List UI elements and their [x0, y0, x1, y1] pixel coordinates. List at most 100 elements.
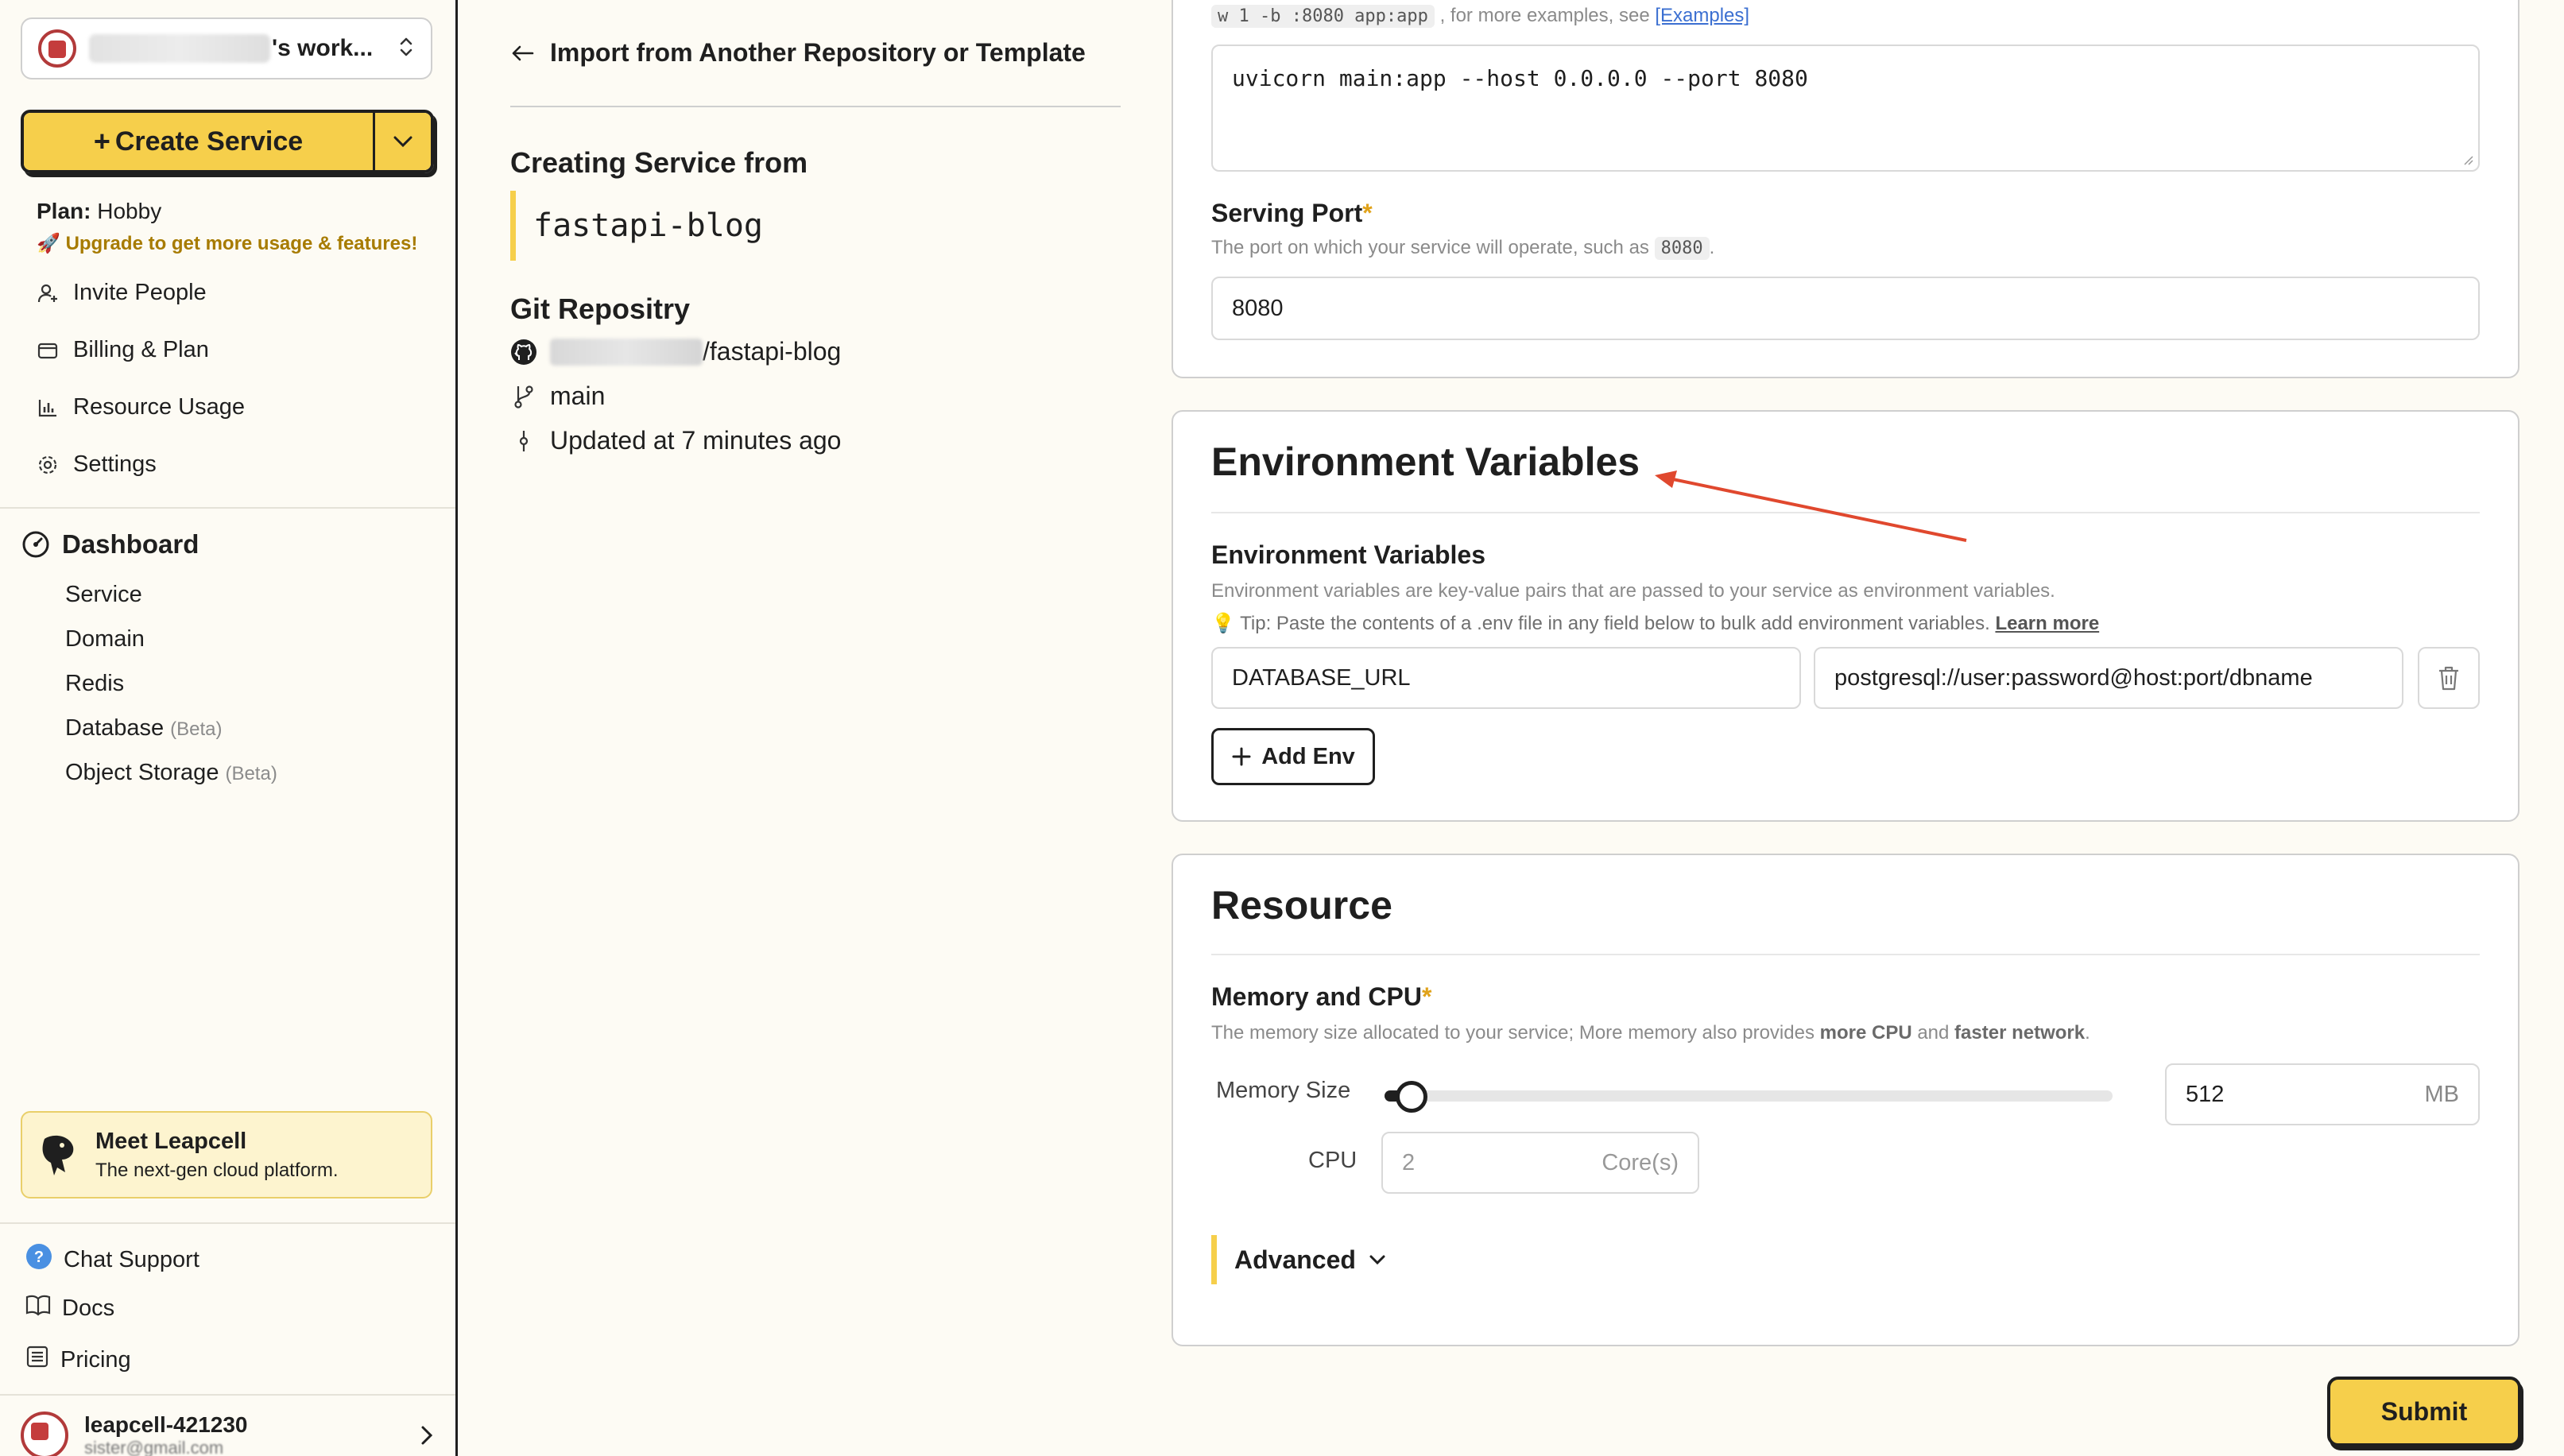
memory-unit: MB	[2424, 1081, 2460, 1107]
start-command-value: uvicorn main:app --host 0.0.0.0 --port 8…	[1232, 65, 1808, 91]
desc-suffix: .	[2085, 1022, 2090, 1044]
env-description: Environment variables are key-value pair…	[1211, 580, 2055, 602]
create-service-button[interactable]: + Create Service	[24, 113, 375, 170]
cpu-label: CPU	[1308, 1148, 1358, 1173]
repo-name: /fastapi-blog	[703, 337, 842, 366]
git-repo-title: Git Repositry	[510, 292, 691, 325]
env-key-input[interactable]: DATABASE_URL	[1211, 647, 1801, 709]
plus-icon	[1232, 747, 1251, 766]
sidebar-item-label: Settings	[73, 451, 157, 477]
back-to-import-link[interactable]: Import from Another Repository or Templa…	[510, 38, 1086, 68]
serving-port-hint-text: The port on which your service will oper…	[1211, 237, 1649, 258]
repo-owner-redacted	[550, 338, 703, 366]
submit-button[interactable]: Submit	[2327, 1377, 2521, 1446]
branch-row: main	[510, 381, 605, 411]
required-mark: *	[1362, 199, 1373, 227]
plus-icon: +	[93, 125, 110, 157]
env-subtitle: Environment Variables	[1211, 540, 1486, 569]
resource-section-divider	[1211, 954, 2480, 955]
desc-more-cpu: more CPU	[1819, 1022, 1912, 1044]
chevron-down-icon	[1369, 1255, 1385, 1265]
chevron-right-icon	[421, 1426, 433, 1445]
branch-name: main	[550, 381, 606, 410]
workspace-name-suffix: 's work...	[272, 35, 374, 61]
promo-title: Meet Leapcell	[95, 1128, 247, 1154]
sidebar-divider	[0, 1222, 455, 1224]
meet-leapcell-card[interactable]: Meet Leapcell The next-gen cloud platfor…	[21, 1111, 432, 1198]
user-plus-icon	[37, 282, 59, 304]
workspace-avatar	[38, 29, 76, 68]
service-name: fastapi-blog	[510, 191, 763, 261]
sidebar-item-billing[interactable]: Billing & Plan	[37, 337, 209, 363]
sidebar-item-database[interactable]: Database (Beta)	[65, 715, 223, 742]
memory-slider-thumb[interactable]	[1396, 1081, 1428, 1113]
sidebar-item-settings[interactable]: Settings	[37, 451, 157, 478]
git-commit-icon	[519, 430, 529, 451]
plan-value: Hobby	[97, 199, 162, 223]
chat-support-label: Chat Support	[64, 1246, 199, 1272]
learn-more-link[interactable]: Learn more	[1995, 613, 2099, 634]
delete-env-button[interactable]	[2418, 647, 2480, 709]
docs-label: Docs	[62, 1295, 115, 1321]
memory-size-input[interactable]: 512 MB	[2165, 1063, 2480, 1125]
advanced-label: Advanced	[1234, 1245, 1356, 1274]
lightbulb-icon: 💡	[1211, 613, 1235, 634]
user-avatar	[21, 1411, 68, 1456]
leapcell-logo-icon	[42, 1135, 74, 1175]
sidebar-item-redis[interactable]: Redis	[65, 671, 124, 697]
sidebar-item-invite-people[interactable]: Invite People	[37, 280, 207, 306]
add-env-button[interactable]: Add Env	[1211, 728, 1375, 785]
env-section-title: Environment Variables	[1211, 440, 1640, 484]
pricing-link[interactable]: Pricing	[25, 1345, 131, 1375]
serving-port-label: Serving Port*	[1211, 199, 1373, 228]
memory-cpu-label-text: Memory and CPU	[1211, 982, 1422, 1011]
sidebar-divider	[0, 1394, 455, 1396]
docs-link[interactable]: Docs	[25, 1294, 114, 1322]
sidebar-item-label: Database	[65, 715, 165, 741]
advanced-toggle[interactable]: Advanced	[1211, 1235, 1386, 1284]
repo-row: /fastapi-blog	[510, 337, 841, 366]
dashboard-heading[interactable]: Dashboard	[21, 529, 199, 560]
create-service-dropdown-button[interactable]	[375, 113, 431, 170]
sidebar-item-label: Billing & Plan	[73, 337, 209, 362]
user-account-row[interactable]: leapcell-421230 sister@gmail.com	[21, 1411, 434, 1456]
sidebar-divider	[0, 507, 455, 509]
workspace-switcher[interactable]: 's work...	[21, 17, 432, 79]
sidebar-item-object-storage[interactable]: Object Storage (Beta)	[65, 760, 277, 786]
gauge-icon	[22, 531, 49, 558]
resize-handle-icon	[2464, 156, 2473, 165]
commit-row: Updated at 7 minutes ago	[510, 426, 841, 455]
user-name: leapcell-421230	[84, 1412, 248, 1437]
serving-port-value: 8080	[1232, 295, 1284, 321]
sidebar-item-label: Resource Usage	[73, 394, 245, 420]
build-settings-card: w 1 -b :8080 app:app , for more examples…	[1172, 0, 2519, 378]
desc-prefix: The memory size allocated to your servic…	[1211, 1022, 1815, 1044]
wallet-icon	[37, 339, 59, 362]
memory-slider-track[interactable]	[1385, 1090, 2113, 1102]
upgrade-link[interactable]: 🚀 Upgrade to get more usage & features!	[37, 232, 417, 255]
sidebar-item-label: Service	[65, 582, 142, 607]
pricing-label: Pricing	[60, 1346, 131, 1373]
user-email: sister@gmail.com	[84, 1438, 224, 1456]
sidebar-item-service[interactable]: Service	[65, 582, 142, 608]
examples-link[interactable]: [Examples]	[1655, 5, 1749, 26]
create-service-label: Create Service	[114, 126, 304, 157]
trash-icon	[2439, 666, 2458, 691]
create-service-group: + Create Service	[21, 110, 434, 173]
sidebar-item-resource-usage[interactable]: Resource Usage	[37, 394, 245, 420]
plan-info: Plan: Hobby	[37, 199, 161, 224]
sidebar-item-domain[interactable]: Domain	[65, 626, 145, 652]
start-command-hint-text: , for more examples, see	[1439, 5, 1650, 26]
env-value-input[interactable]: postgresql://user:password@host:port/dbn…	[1814, 647, 2403, 709]
memory-size-value: 512	[2186, 1081, 2225, 1107]
cpu-unit: Core(s)	[1602, 1149, 1679, 1175]
chat-support-link[interactable]: ? Chat Support	[25, 1243, 199, 1276]
gear-icon	[37, 454, 59, 476]
env-tip-text: Tip: Paste the contents of a .env file i…	[1240, 613, 1990, 634]
start-command-textarea[interactable]: uvicorn main:app --host 0.0.0.0 --port 8…	[1211, 45, 2480, 172]
serving-port-input[interactable]: 8080	[1211, 277, 2480, 340]
serving-port-label-text: Serving Port	[1211, 199, 1363, 227]
start-command-hint: w 1 -b :8080 app:app , for more examples…	[1211, 5, 1749, 28]
list-icon	[25, 1345, 49, 1375]
book-icon	[25, 1294, 51, 1322]
